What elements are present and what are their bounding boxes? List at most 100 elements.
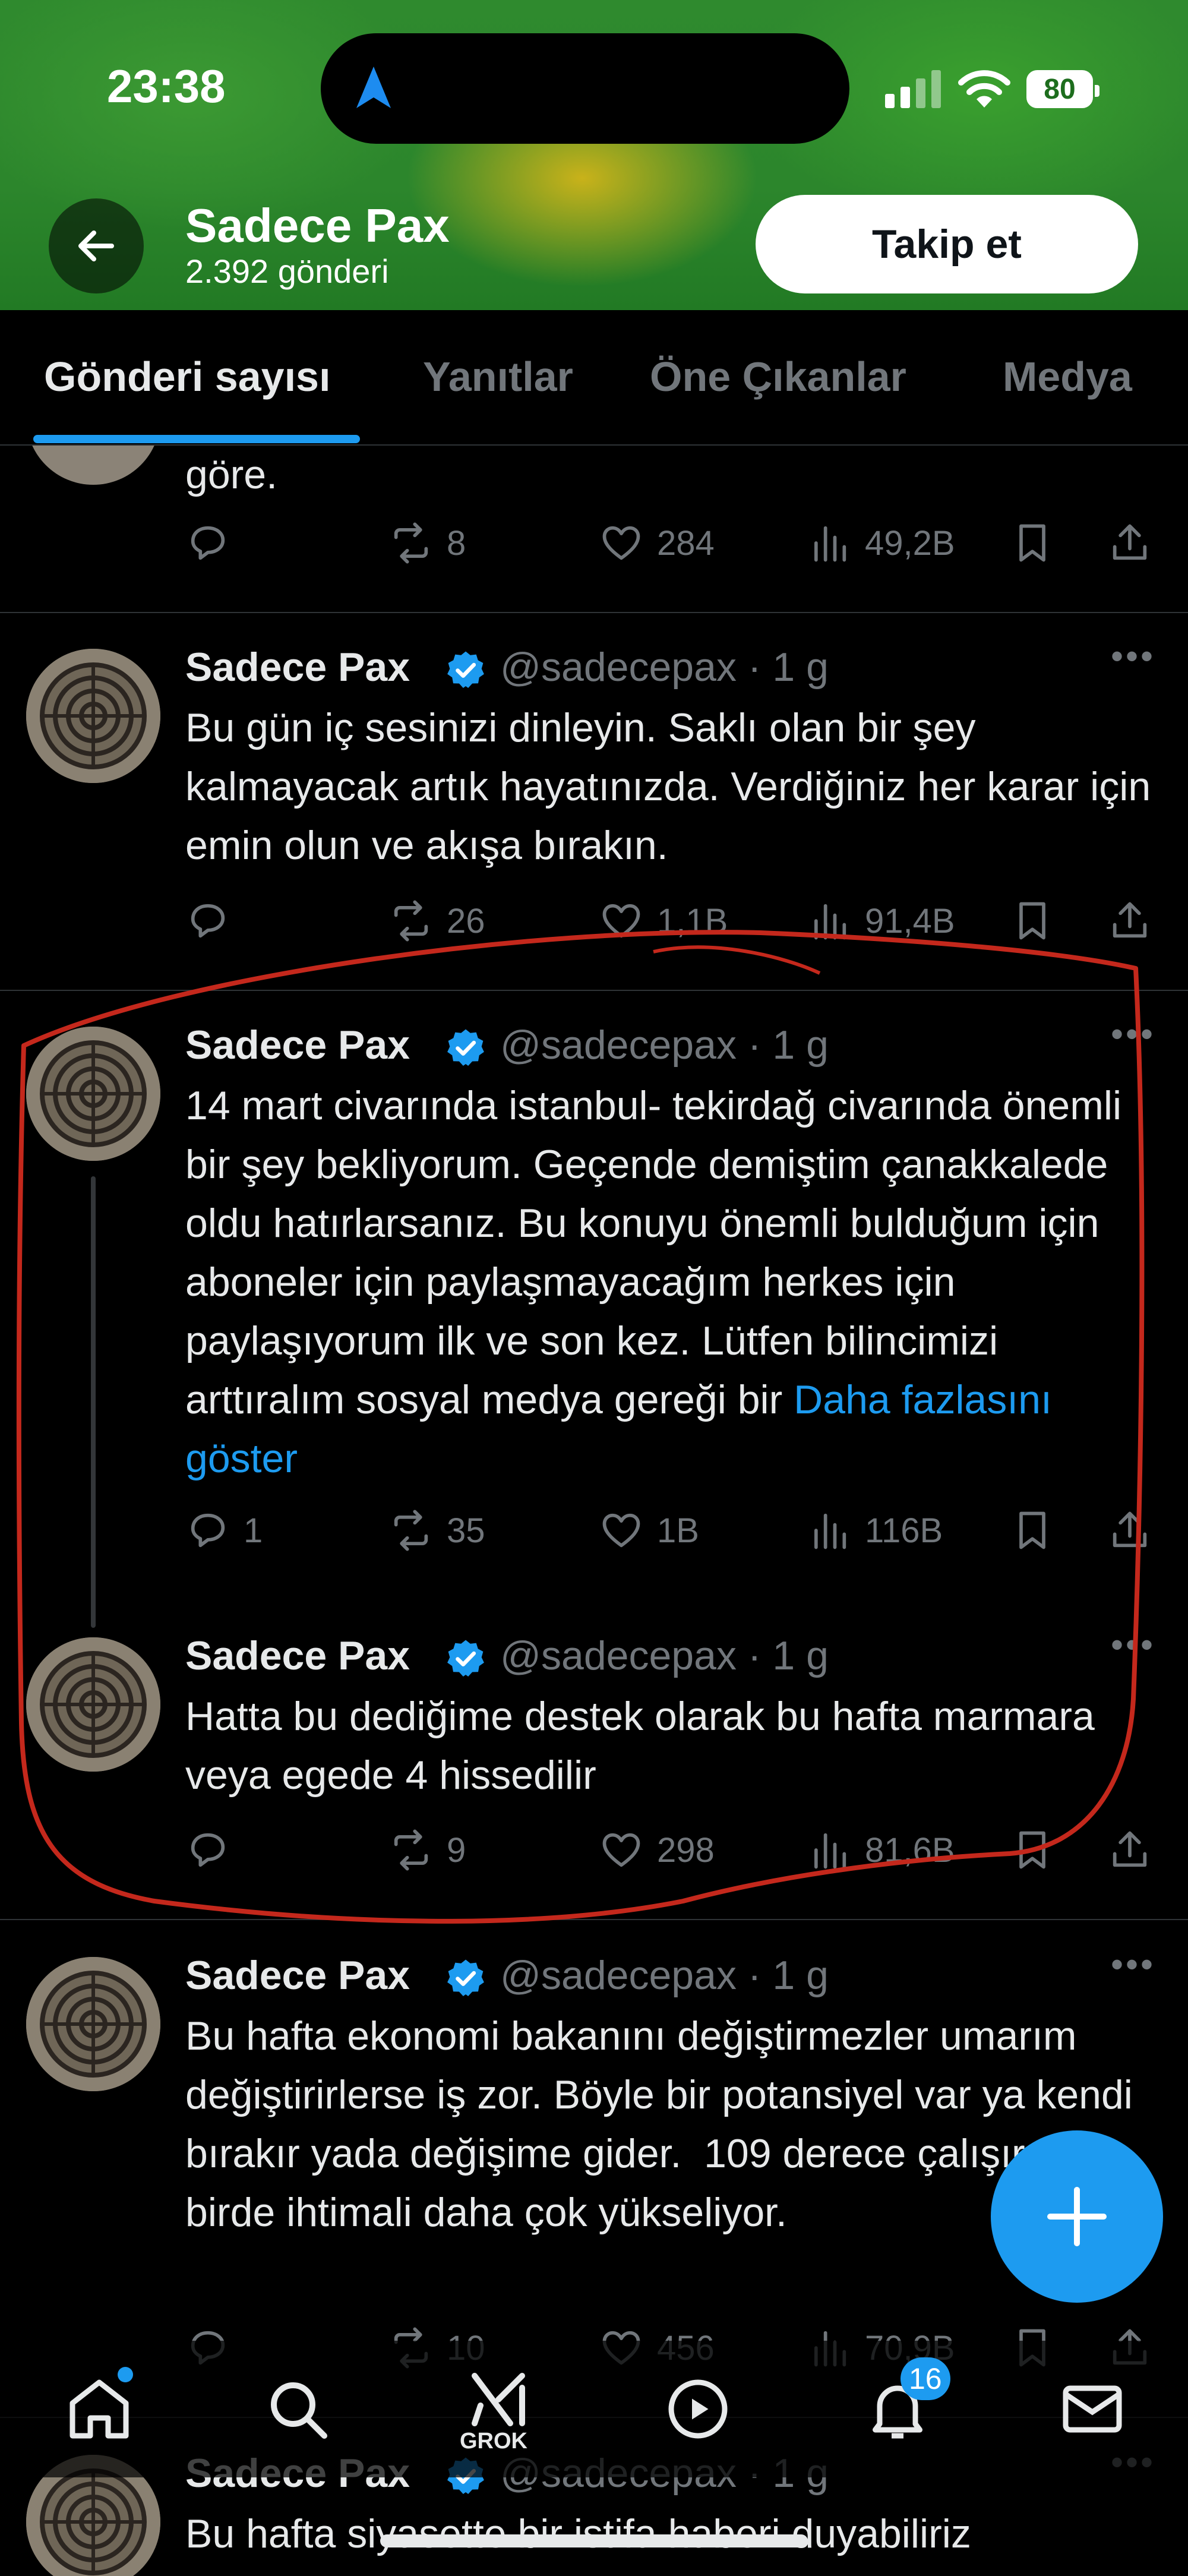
bookmark-button[interactable]	[1010, 1508, 1055, 1553]
bookmark-icon	[1019, 524, 1045, 562]
more-options-button[interactable]: •••	[1111, 1624, 1155, 1665]
view-count: 81,6B	[865, 1830, 955, 1870]
compose-post-button[interactable]	[991, 2130, 1163, 2303]
post-count: 2.392 gönderi	[185, 252, 389, 290]
thread-connector	[91, 1176, 96, 1628]
repost-button[interactable]: 26	[388, 898, 485, 943]
author-name[interactable]: Sadece Pax	[185, 1952, 410, 1999]
grok-icon	[472, 2373, 525, 2426]
tweet-text: 14 mart civarında istanbul- tekirdağ civ…	[185, 1077, 1159, 1488]
bookmark-button[interactable]	[1010, 520, 1055, 566]
repost-icon	[394, 522, 428, 564]
bottom-navigation: GROK 16	[0, 2341, 1188, 2477]
author-handle[interactable]: @sadecepax · 1 g	[500, 1633, 829, 1679]
share-button[interactable]	[1107, 898, 1152, 943]
like-button[interactable]: 298	[599, 1827, 715, 1873]
nav-messages[interactable]	[1048, 2365, 1137, 2454]
divider	[0, 990, 1188, 991]
views-button[interactable]: 81,6B	[807, 1827, 955, 1873]
home-notification-dot	[118, 2367, 133, 2382]
more-options-button[interactable]: •••	[1111, 636, 1155, 677]
tab-posts[interactable]: Gönderi sayısı	[44, 353, 330, 400]
tab-media[interactable]: Medya	[1003, 353, 1132, 400]
cellular-signal-icon	[885, 70, 941, 108]
share-icon	[1113, 902, 1147, 938]
avatar-image	[26, 649, 160, 783]
reply-button[interactable]	[185, 520, 230, 566]
reply-button[interactable]	[185, 1827, 230, 1873]
reply-button[interactable]	[185, 898, 230, 943]
divider	[0, 1919, 1188, 1920]
avatar[interactable]	[26, 1957, 160, 2091]
views-chart-icon	[814, 904, 846, 940]
author-name[interactable]: Sadece Pax	[185, 1633, 410, 1679]
repost-button[interactable]: 8	[388, 520, 466, 566]
reply-icon	[191, 1833, 225, 1867]
share-button[interactable]	[1107, 1827, 1152, 1873]
more-options-button[interactable]: •••	[1111, 1014, 1155, 1055]
repost-button[interactable]: 35	[388, 1508, 485, 1553]
repost-button[interactable]: 9	[388, 1827, 466, 1873]
profile-header: 23:38 80 Sadece Pax 2.392 gönderi Takip …	[0, 0, 1188, 310]
plus-icon	[1047, 2187, 1107, 2246]
views-button[interactable]: 49,2B	[807, 520, 955, 566]
avatar[interactable]	[26, 1637, 160, 1772]
reply-icon	[191, 1513, 225, 1548]
reply-button[interactable]: 1	[185, 1508, 263, 1553]
bookmark-button[interactable]	[1010, 898, 1055, 943]
author-name[interactable]: Sadece Pax	[185, 1022, 410, 1068]
play-circle-icon	[668, 2379, 728, 2439]
view-count: 116B	[865, 1511, 943, 1550]
follow-button[interactable]: Takip et	[756, 195, 1138, 293]
battery-indicator: 80	[1026, 70, 1099, 108]
avatar-image	[26, 1957, 160, 2091]
mail-icon	[1063, 2385, 1122, 2433]
bookmark-button[interactable]	[1010, 1827, 1055, 1873]
heart-icon	[602, 904, 640, 938]
verified-badge-icon	[447, 1959, 484, 1996]
author-handle[interactable]: @sadecepax · 1 g	[500, 644, 829, 690]
like-button[interactable]: 1B	[599, 1508, 699, 1553]
like-button[interactable]: 284	[599, 520, 715, 566]
author-name[interactable]: Sadece Pax	[185, 644, 410, 690]
bookmark-icon	[1019, 1831, 1045, 1869]
views-chart-icon	[814, 1513, 846, 1549]
author-handle[interactable]: @sadecepax · 1 g	[500, 1952, 829, 1999]
verified-badge-icon	[447, 651, 484, 688]
tab-highlights[interactable]: Öne Çıkanlar	[650, 353, 906, 400]
reply-icon	[191, 526, 225, 560]
share-button[interactable]	[1107, 520, 1152, 566]
profile-tabs: Gönderi sayısı Yanıtlar Öne Çıkanlar Med…	[0, 310, 1188, 446]
avatar-image	[26, 1027, 160, 1161]
views-button[interactable]: 116B	[807, 1508, 943, 1553]
share-button[interactable]	[1107, 1508, 1152, 1553]
like-count: 284	[657, 523, 715, 563]
avatar[interactable]	[26, 1027, 160, 1161]
views-chart-icon	[814, 526, 846, 562]
reply-count: 1	[244, 1511, 263, 1550]
nav-search[interactable]	[253, 2365, 342, 2454]
repost-count: 9	[447, 1830, 466, 1870]
like-button[interactable]: 1,1B	[599, 898, 728, 943]
arrow-left-icon	[78, 231, 114, 261]
avatar[interactable]	[26, 446, 160, 485]
views-chart-icon	[814, 1833, 846, 1869]
avatar[interactable]	[26, 649, 160, 783]
nav-video[interactable]	[653, 2365, 742, 2454]
like-count: 1,1B	[657, 901, 728, 940]
status-time: 23:38	[107, 60, 226, 112]
tweet-text: Bu gün iç sesinizi dinleyin. Saklı olan …	[185, 705, 1162, 868]
author-handle[interactable]: @sadecepax · 1 g	[500, 1022, 829, 1068]
repost-count: 26	[447, 901, 485, 940]
repost-count: 8	[447, 523, 466, 563]
back-button[interactable]	[49, 198, 144, 293]
repost-icon	[394, 1510, 428, 1551]
share-icon	[1113, 524, 1147, 560]
search-icon	[271, 2382, 327, 2439]
views-button[interactable]: 91,4B	[807, 898, 955, 943]
more-options-button[interactable]: •••	[1111, 1944, 1155, 1985]
wifi-icon	[958, 70, 1010, 108]
verified-badge-icon	[447, 1640, 484, 1677]
tab-replies[interactable]: Yanıtlar	[423, 353, 573, 400]
like-count: 298	[657, 1830, 715, 1870]
